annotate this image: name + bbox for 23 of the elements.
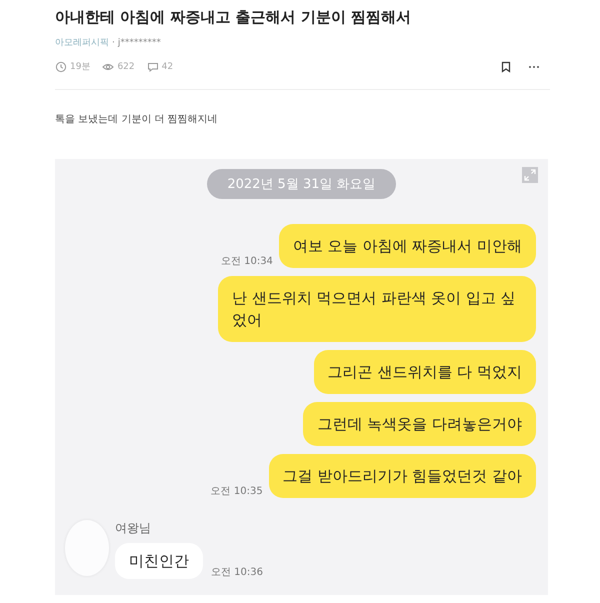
sender-name: 여왕님 <box>115 520 152 537</box>
bookmark-icon <box>500 60 512 72</box>
stat-time: 19분 <box>70 61 90 73</box>
message-bubble: 그리곤 샌드위치를 다 먹었지 <box>314 350 536 394</box>
message-bubble: 그런데 녹색옷을 다려놓은거야 <box>303 402 536 446</box>
message-bubble: 여보 오늘 아침에 짜증내서 미안해 <box>278 224 536 268</box>
speech-bubble-icon <box>146 60 159 72</box>
message-bubble: 미친인간 <box>115 543 203 579</box>
board-link[interactable]: 아모레퍼시픽 <box>55 36 109 49</box>
message-bubble: 그걸 받아드리기가 힘들었던것 같아 <box>268 454 536 498</box>
separator-dot: · <box>112 38 115 48</box>
clock-icon <box>55 60 67 72</box>
expand-icon[interactable] <box>522 167 538 183</box>
stat-views: 622 <box>117 62 135 72</box>
message-time: 오전 10:34 <box>220 255 273 268</box>
stat-comments: 42 <box>162 62 174 72</box>
date-pill: 2022년 5월 31일 화요일 <box>207 169 396 199</box>
message-time: 오전 10:35 <box>210 485 263 498</box>
post-text: 톡을 보냈는데 기분이 더 찜찜해지네 <box>55 113 219 126</box>
message-time: 오전 10:36 <box>211 566 263 579</box>
post-title: 아내한테 아침에 짜증내고 출근해서 기분이 찜찜해서 <box>55 7 412 28</box>
author-name: j********* <box>118 38 161 48</box>
message-bubble: 난 샌드위치 먹으면서 파란색 옷이 입고 싶었어 <box>218 276 536 342</box>
